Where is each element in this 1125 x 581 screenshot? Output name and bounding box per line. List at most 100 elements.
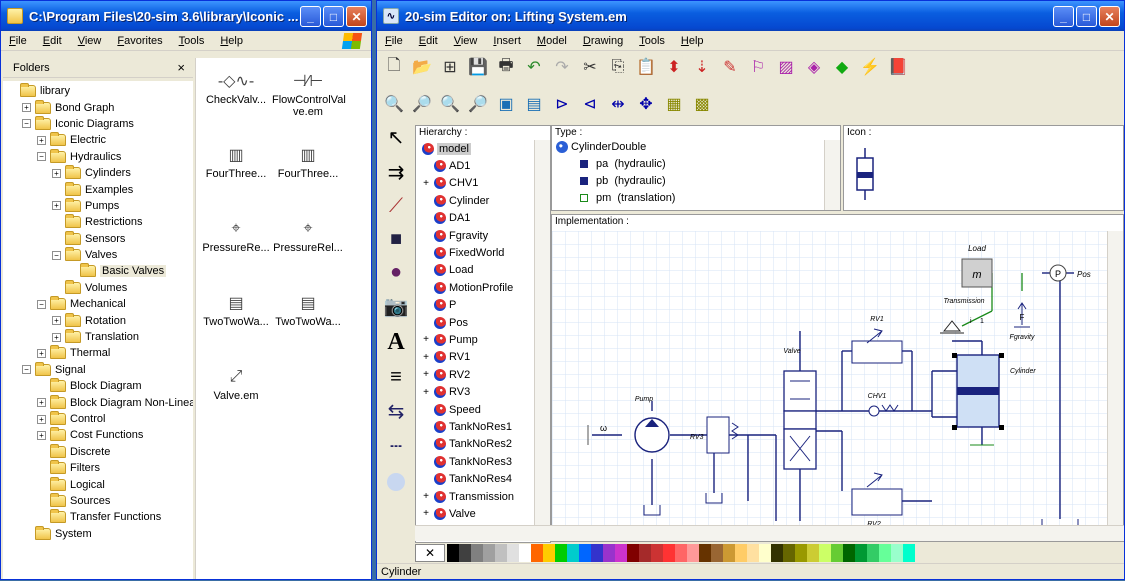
color-swatch[interactable] bbox=[879, 544, 891, 562]
menu-help[interactable]: Help bbox=[212, 35, 251, 47]
expand-icon[interactable]: + bbox=[418, 178, 434, 189]
menu-file[interactable]: File bbox=[377, 35, 411, 47]
folder-tree-item[interactable]: + Thermal bbox=[3, 345, 193, 361]
mirror-icon[interactable]: ⇹ bbox=[607, 93, 629, 115]
hierarchy-item[interactable]: TankNoRes1 bbox=[418, 418, 536, 435]
collapse-icon[interactable]: − bbox=[52, 250, 61, 260]
hierarchy-scrollbar-horizontal[interactable] bbox=[415, 525, 551, 541]
folder-tree-item[interactable]: + Pumps bbox=[3, 197, 193, 214]
expand-icon[interactable]: + bbox=[418, 352, 434, 363]
color-swatch[interactable] bbox=[591, 544, 603, 562]
folder-tree-item[interactable]: + Cylinders bbox=[3, 165, 193, 181]
folder-tree-item[interactable]: + Control bbox=[3, 411, 193, 427]
color-swatch[interactable] bbox=[903, 544, 915, 562]
minimize-button[interactable]: _ bbox=[300, 6, 321, 27]
go-down-icon[interactable]: ⇣ bbox=[691, 56, 713, 78]
file-item[interactable]: ▥ FourThree... bbox=[272, 142, 344, 180]
hierarchy-item[interactable]: TankNoRes2 bbox=[418, 436, 536, 453]
flip-horizontal-icon[interactable]: ⊳ bbox=[551, 93, 573, 115]
hierarchy-item[interactable]: TankNoRes3 bbox=[418, 453, 536, 470]
color-swatch[interactable] bbox=[723, 544, 735, 562]
new-file-icon[interactable]: 🗋 bbox=[383, 56, 405, 78]
line-width-icon[interactable]: ≡ bbox=[390, 366, 402, 389]
color-swatch[interactable] bbox=[771, 544, 783, 562]
hierarchy-item[interactable]: FixedWorld bbox=[418, 244, 536, 261]
color-swatch[interactable] bbox=[519, 544, 531, 562]
file-item[interactable]: ⌖ PressureRe... bbox=[200, 216, 272, 254]
explorer-titlebar[interactable]: C:\Program Files\20-sim 3.6\library\Icon… bbox=[1, 1, 371, 31]
menu-edit[interactable]: Edit bbox=[35, 35, 70, 47]
expand-icon[interactable]: + bbox=[418, 334, 434, 345]
menu-view[interactable]: View bbox=[446, 35, 486, 47]
file-item[interactable]: ⊣∕⊢ FlowControlVal ve.em bbox=[272, 68, 346, 118]
color-swatch[interactable] bbox=[867, 544, 879, 562]
line-style-icon[interactable]: ┄ bbox=[390, 434, 402, 459]
color-swatch[interactable] bbox=[687, 544, 699, 562]
no-color-swatch[interactable]: ✕ bbox=[415, 544, 445, 562]
type-scrollbar[interactable] bbox=[824, 140, 840, 210]
close-pane-button[interactable]: × bbox=[177, 60, 185, 75]
close-button[interactable]: ✕ bbox=[346, 6, 367, 27]
ungroup-icon[interactable]: ▩ bbox=[691, 93, 713, 115]
zoom-area-icon[interactable]: 🔎 bbox=[467, 93, 489, 115]
color-swatch[interactable] bbox=[639, 544, 651, 562]
color-swatch[interactable] bbox=[735, 544, 747, 562]
folder-tree-item[interactable]: − Mechanical bbox=[3, 296, 193, 312]
check-model-icon[interactable]: ✎ bbox=[719, 56, 741, 78]
color-swatch[interactable] bbox=[459, 544, 471, 562]
folder-tree-item[interactable]: Sensors bbox=[3, 230, 193, 247]
plot-icon[interactable]: ▨ bbox=[775, 56, 797, 78]
cut-icon[interactable]: ✂ bbox=[579, 56, 601, 78]
rectangle-tool-icon[interactable]: ■ bbox=[390, 228, 402, 251]
paste-icon[interactable]: 📋 bbox=[635, 56, 657, 78]
file-item[interactable]: ⌖ PressureRel... bbox=[272, 216, 344, 254]
simulator-icon[interactable]: ⚡ bbox=[859, 56, 881, 78]
color-swatch[interactable] bbox=[891, 544, 903, 562]
undo-icon[interactable]: ↶ bbox=[523, 56, 545, 78]
color-swatch[interactable] bbox=[747, 544, 759, 562]
type-port-row[interactable]: pb (hydraulic) bbox=[552, 172, 840, 189]
folder-tree-item[interactable]: + Electric bbox=[3, 132, 193, 148]
menu-help[interactable]: Help bbox=[673, 35, 712, 47]
menu-file[interactable]: File bbox=[1, 35, 35, 47]
hierarchy-item[interactable]: + Valve bbox=[418, 505, 536, 522]
color-swatch[interactable] bbox=[579, 544, 591, 562]
redo-icon[interactable]: ↷ bbox=[551, 56, 573, 78]
hierarchy-item[interactable]: + CHV1 bbox=[418, 175, 536, 192]
hierarchy-item[interactable]: MotionProfile bbox=[418, 279, 536, 296]
connect-tool-icon[interactable]: ⇉ bbox=[388, 160, 405, 185]
color-swatch[interactable] bbox=[819, 544, 831, 562]
color-swatch[interactable] bbox=[567, 544, 579, 562]
expand-icon[interactable]: + bbox=[418, 491, 434, 502]
menu-favorites[interactable]: Favorites bbox=[109, 35, 170, 47]
fill-color-icon[interactable] bbox=[387, 473, 405, 491]
hierarchy-item[interactable]: + Transmission bbox=[418, 488, 536, 505]
folder-tree-item[interactable]: − Hydraulics bbox=[3, 148, 193, 165]
color-swatch[interactable] bbox=[495, 544, 507, 562]
hierarchy-item[interactable]: AD1 bbox=[418, 157, 536, 174]
expand-icon[interactable]: + bbox=[37, 398, 46, 408]
hierarchy-item[interactable]: Load bbox=[418, 262, 536, 279]
color-swatch[interactable] bbox=[483, 544, 495, 562]
hierarchy-item[interactable]: Cylinder bbox=[418, 192, 536, 209]
zoom-out-icon[interactable]: 🔎 bbox=[411, 93, 433, 115]
folder-tree-item[interactable]: Basic Valves bbox=[3, 263, 193, 279]
parameters-icon[interactable]: ◈ bbox=[803, 56, 825, 78]
implementation-scrollbar-vertical[interactable] bbox=[1107, 231, 1123, 541]
flip-vertical-icon[interactable]: ⊲ bbox=[579, 93, 601, 115]
color-swatch[interactable] bbox=[855, 544, 867, 562]
expand-icon[interactable]: + bbox=[418, 369, 434, 380]
zoom-fit-icon[interactable]: 🔍 bbox=[439, 93, 461, 115]
expand-icon[interactable]: + bbox=[52, 316, 61, 326]
hierarchy-item[interactable]: P bbox=[418, 297, 536, 314]
folder-tree-item[interactable]: Transfer Functions bbox=[3, 509, 193, 525]
properties-icon[interactable]: ⚐ bbox=[747, 56, 769, 78]
hierarchy-item[interactable]: TankNoRes4 bbox=[418, 470, 536, 487]
menu-edit[interactable]: Edit bbox=[411, 35, 446, 47]
hierarchy-item[interactable]: + RV2 bbox=[418, 366, 536, 383]
folder-tree-item[interactable]: Sources bbox=[3, 492, 193, 509]
image-tool-icon[interactable]: 📷 bbox=[384, 294, 409, 319]
close-button[interactable]: ✕ bbox=[1099, 6, 1120, 27]
folder-tree-item[interactable]: System bbox=[3, 525, 193, 542]
folder-tree-item[interactable]: + Cost Functions bbox=[3, 427, 193, 443]
